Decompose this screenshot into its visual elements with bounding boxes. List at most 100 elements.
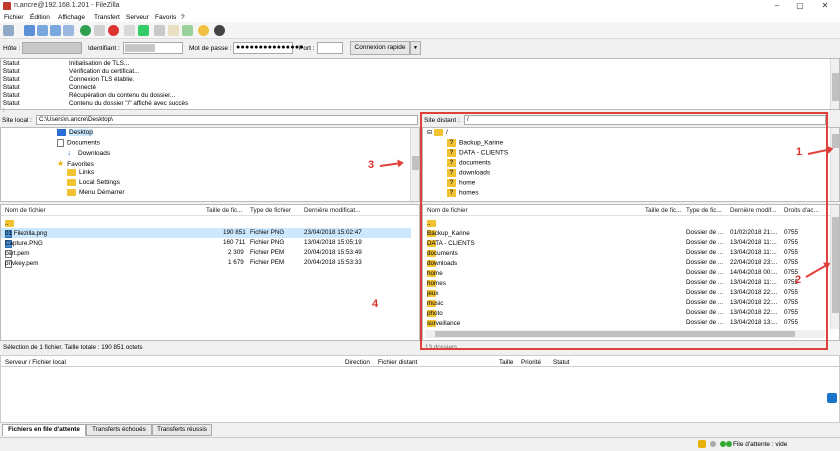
queue-status: File d'attente : vide: [733, 441, 788, 448]
message-log: Statut : Initialisation de TLS... Statut …: [0, 58, 840, 114]
col-status[interactable]: Statut: [553, 359, 569, 366]
download-led-icon: [726, 441, 732, 447]
col-type[interactable]: Type de fichier: [250, 207, 291, 214]
process-queue-icon[interactable]: [94, 25, 105, 36]
reconnect-icon[interactable]: [138, 25, 149, 36]
local-site-label: Site local :: [2, 117, 32, 124]
host-label: Hôte :: [3, 45, 21, 52]
minimize-button[interactable]: –: [768, 1, 786, 11]
menu-bookmarks[interactable]: Favoris: [155, 14, 176, 21]
remote-tree-scrollbar[interactable]: [830, 128, 839, 201]
host-field[interactable]: [22, 42, 82, 54]
site-manager-icon[interactable]: [3, 25, 14, 36]
local-path-input[interactable]: C:\Users\n.ancre\Desktop\: [36, 115, 418, 125]
maximize-button[interactable]: ▢: [791, 1, 809, 11]
password-field[interactable]: ●●●●●●●●●●●●●●●: [233, 42, 304, 54]
refresh-icon[interactable]: [80, 25, 91, 36]
local-list-header: Nom de fichier Taille de fic... Type de …: [1, 205, 419, 216]
col-priority[interactable]: Priorité: [521, 359, 541, 366]
toggle-log-icon[interactable]: [24, 25, 35, 36]
download-arrow-icon: ↓: [67, 148, 71, 157]
menu-bar: Fichier Édition Affichage Transfert Serv…: [0, 12, 840, 22]
folder-icon: [67, 179, 76, 186]
compare-icon[interactable]: [168, 25, 179, 36]
binoculars-icon[interactable]: [214, 25, 225, 36]
toggle-remote-tree-icon[interactable]: [50, 25, 61, 36]
info-icon[interactable]: [827, 393, 837, 403]
tab-failed-transfers[interactable]: Transferts échoués: [86, 424, 152, 436]
username-redacted: [125, 44, 155, 52]
port-label: Port :: [299, 45, 315, 52]
folder-icon: [67, 169, 76, 176]
menu-transfer[interactable]: Transfert: [94, 14, 120, 21]
search-icon[interactable]: [198, 25, 209, 36]
title-bar: n.ancre@192.168.1.201 - FileZilla – ▢ ✕: [0, 0, 840, 12]
local-status: Sélection de 1 fichier. Taille totale : …: [3, 344, 143, 351]
tree-item[interactable]: Menu Démarrer: [67, 189, 125, 199]
table-row[interactable]: 01 Filezilla.png 190 851 Fichier PNG 23/04…: [1, 228, 411, 238]
status-bar: File d'attente : vide: [0, 437, 840, 451]
close-button[interactable]: ✕: [816, 1, 834, 11]
folder-icon: [67, 189, 76, 196]
disconnect-icon[interactable]: [124, 25, 135, 36]
table-row[interactable]: cert.pem 2 309 Fichier PEM 20/04/2018 15:5…: [1, 248, 411, 258]
col-modified[interactable]: Dernière modificat...: [304, 207, 360, 214]
cancel-icon[interactable]: [108, 25, 119, 36]
password-label: Mot de passe :: [189, 45, 232, 52]
star-icon: ★: [57, 159, 65, 168]
table-row[interactable]: privkey.pem 1 679 Fichier PEM 20/04/2018 1…: [1, 258, 411, 268]
tree-item[interactable]: ★ Favorites: [57, 159, 94, 169]
toggle-local-tree-icon[interactable]: [37, 25, 48, 36]
table-row[interactable]: Capture.PNG 160 711 Fichier PNG 13/04/2018…: [1, 238, 411, 248]
remote-list-vscrollbar[interactable]: [830, 205, 839, 329]
quickconnect-button[interactable]: Connexion rapide: [350, 41, 410, 55]
desktop-icon: [57, 129, 66, 136]
tree-item[interactable]: ↓ Downloads: [67, 149, 110, 159]
tree-item[interactable]: Links: [67, 169, 94, 179]
filezilla-icon: [3, 2, 11, 10]
port-field[interactable]: [317, 42, 343, 54]
user-label: Identifiant :: [88, 45, 120, 52]
tree-item[interactable]: Documents: [57, 139, 100, 149]
annotation-2: 2: [795, 274, 802, 286]
tab-successful-transfers[interactable]: Transferts réussis: [152, 424, 212, 436]
username-field[interactable]: [123, 42, 183, 54]
log-scrollbar[interactable]: [830, 59, 839, 109]
col-server-local[interactable]: Serveur / Fichier local: [5, 359, 66, 366]
annotation-3: 3: [368, 159, 375, 171]
menu-server[interactable]: Serveur: [126, 14, 149, 21]
settings-icon: [710, 441, 716, 447]
tab-queued-files[interactable]: Fichiers en file d'attente: [2, 424, 86, 436]
lock-icon: [698, 440, 706, 448]
menu-file[interactable]: Fichier: [4, 14, 24, 21]
local-tree-scrollbar[interactable]: [410, 128, 419, 201]
quickconnect-bar: Hôte : Identifiant : Mot de passe : ●●●●…: [0, 40, 840, 57]
col-remote-file[interactable]: Fichier distant: [378, 359, 417, 366]
sync-browse-icon[interactable]: [182, 25, 193, 36]
menu-edit[interactable]: Édition: [30, 14, 50, 21]
tree-item[interactable]: Local Settings: [67, 179, 120, 189]
toolbar: [0, 22, 840, 39]
queue-header: Serveur / Fichier local Direction Fichie…: [0, 355, 840, 367]
queue-tabs: Fichiers en file d'attente Transferts éc…: [0, 424, 840, 436]
local-site-bar: Site local : C:\Users\n.ancre\Desktop\: [0, 114, 420, 126]
local-file-list: Nom de fichier Taille de fic... Type de …: [0, 204, 420, 341]
annotation-4: 4: [372, 298, 379, 310]
quickconnect-dropdown-icon[interactable]: ▼: [410, 41, 421, 55]
local-tree: Desktop Documents ↓ Downloads ★ Favorites …: [0, 127, 420, 202]
col-size[interactable]: Taille de fic...: [206, 207, 242, 214]
col-direction[interactable]: Direction: [345, 359, 370, 366]
documents-icon: [57, 139, 64, 147]
col-filename[interactable]: Nom de fichier: [5, 207, 46, 214]
password-value: ●●●●●●●●●●●●●●●: [236, 44, 304, 51]
window-title: n.ancre@192.168.1.201 - FileZilla: [14, 2, 120, 9]
menu-view[interactable]: Affichage: [58, 14, 85, 21]
toggle-queue-icon[interactable]: [63, 25, 74, 36]
menu-help[interactable]: ?: [181, 14, 185, 21]
col-size[interactable]: Taille: [499, 359, 513, 366]
tree-item[interactable]: Desktop: [57, 129, 93, 139]
highlight-box: [420, 112, 828, 350]
annotation-1: 1: [796, 146, 803, 158]
filter-icon[interactable]: [154, 25, 165, 36]
table-row[interactable]: ..: [1, 218, 411, 228]
